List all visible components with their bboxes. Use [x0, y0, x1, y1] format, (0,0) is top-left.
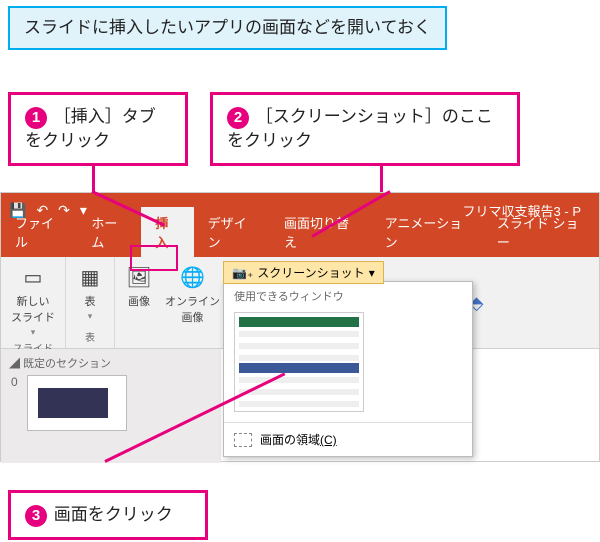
callout-2-text: ［スクリーンショット］のここをクリック — [227, 107, 493, 150]
thumb-grid — [239, 329, 359, 361]
powerpoint-window: 💾 ↶ ↷ ▾ フリマ収支報告3 - P ファイル ホーム 挿入 デザイン 画面… — [0, 192, 600, 462]
screen-clipping-item[interactable]: 画面の領域(C) — [224, 423, 472, 456]
tab-file[interactable]: ファイル — [1, 207, 77, 257]
clipping-icon — [234, 433, 252, 447]
thumb-table-header — [239, 363, 359, 373]
screenshot-button[interactable]: 📷₊ スクリーンショット ▾ — [223, 261, 384, 284]
tab-animation[interactable]: アニメーション — [371, 207, 483, 257]
group-images-label — [171, 333, 174, 346]
callout-3: 3 画面をクリック — [8, 490, 208, 540]
callout-1: 1 ［挿入］タブ をクリック — [8, 92, 188, 166]
section-label[interactable]: ◢ 既定のセクション — [9, 355, 213, 371]
group-table-label: 表 — [85, 329, 95, 346]
callout-3-num: 3 — [25, 505, 47, 527]
slide-panel: ◢ 既定のセクション 0 — [1, 349, 221, 463]
thumb-grid2 — [239, 375, 359, 407]
dropdown-header: 使用できるウィンドウ — [224, 282, 472, 308]
screenshot-icon: 📷₊ — [232, 266, 253, 280]
pointer-1 — [92, 162, 95, 192]
ribbon-tabs: ファイル ホーム 挿入 デザイン 画面切り替え アニメーション スライド ショー — [1, 227, 599, 257]
available-window-thumb[interactable] — [234, 312, 364, 412]
thumb-excel-bar — [239, 317, 359, 327]
slide-thumbnail[interactable] — [27, 375, 127, 431]
screenshot-dropdown: 使用できるウィンドウ 画面の領域(C) — [223, 281, 473, 457]
callout-2-num: 2 — [227, 107, 249, 129]
pointer-2 — [380, 162, 383, 192]
tab-slideshow[interactable]: スライド ショー — [483, 207, 599, 257]
highlight-insert-tab — [130, 245, 178, 271]
callout-1-num: 1 — [25, 107, 47, 129]
callout-3-text: 画面をクリック — [54, 505, 173, 524]
chevron-down-icon: ▾ — [31, 327, 36, 338]
callout-2: 2 ［スクリーンショット］のここをクリック — [210, 92, 520, 166]
tab-design[interactable]: デザイン — [194, 207, 270, 257]
chevron-down-icon: ▾ — [369, 266, 375, 280]
annotation-top: スライドに挿入したいアプリの画面などを開いておく — [8, 6, 447, 50]
slide-number: 0 — [11, 375, 18, 389]
